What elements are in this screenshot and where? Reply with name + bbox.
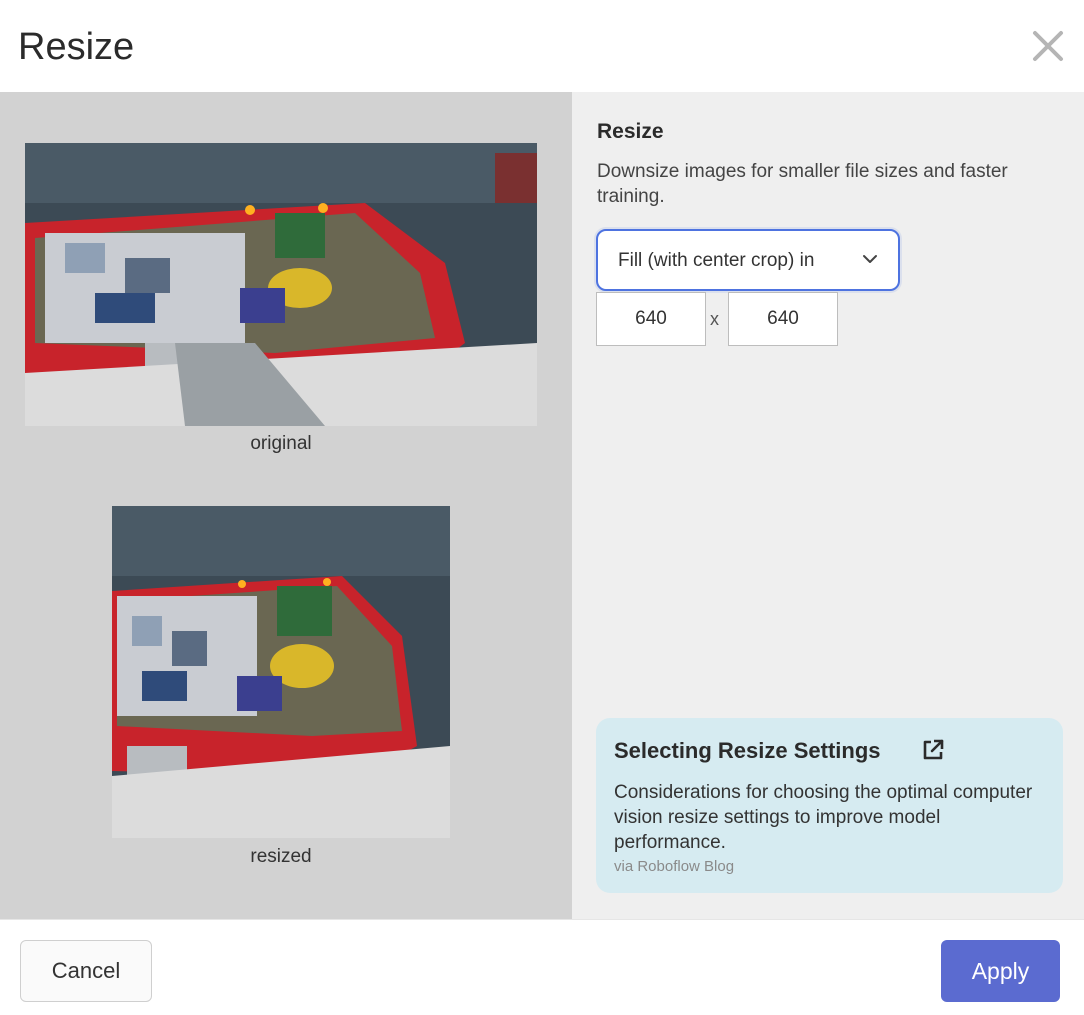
original-image (25, 143, 537, 426)
info-card-description: Considerations for choosing the optimal … (614, 782, 1033, 853)
resize-mode-value: Fill (with center crop) in (618, 250, 815, 271)
resized-caption: resized (250, 846, 312, 867)
preview-pane: original resized (0, 92, 572, 919)
chevron-down-icon (863, 255, 877, 263)
settings-description: Downsize images for smaller file sizes a… (597, 161, 1008, 207)
dialog-body: original resized Resize Downsize images … (0, 92, 1084, 919)
resize-mode-select[interactable]: Fill (with center crop) in (596, 229, 900, 291)
dimension-separator: x (710, 309, 719, 329)
height-input[interactable] (728, 292, 838, 346)
external-link-icon (923, 739, 944, 760)
settings-title: Resize (597, 120, 664, 143)
dialog-title: Resize (18, 26, 135, 68)
settings-pane: Resize Downsize images for smaller file … (572, 92, 1084, 919)
info-card-source: via Roboflow Blog (614, 858, 735, 875)
resized-image (112, 506, 450, 838)
width-input[interactable] (596, 292, 706, 346)
apply-button[interactable]: Apply (941, 940, 1060, 1002)
original-caption: original (250, 433, 312, 454)
info-card-title: Selecting Resize Settings (614, 738, 881, 763)
dialog-header: Resize (0, 0, 1084, 92)
resize-settings-info-card[interactable]: Selecting Resize Settings Considerations… (596, 718, 1063, 893)
cancel-button[interactable]: Cancel (20, 940, 152, 1002)
dialog-footer: Cancel Apply (0, 919, 1084, 1015)
close-icon[interactable] (1030, 28, 1066, 64)
